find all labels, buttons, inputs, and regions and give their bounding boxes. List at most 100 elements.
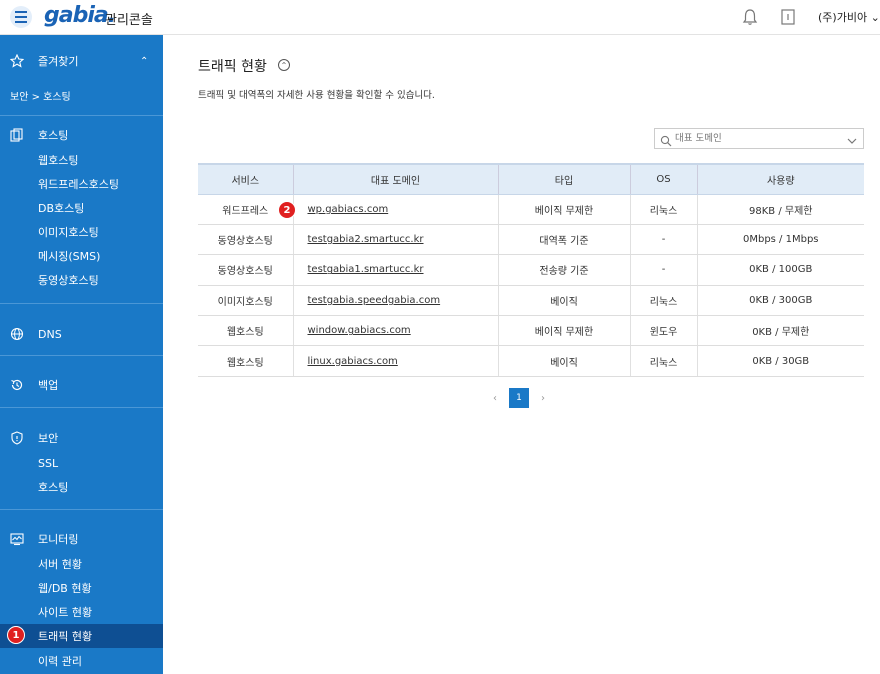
domain-link[interactable]: testgabia2.smartucc.kr (308, 234, 424, 245)
sidebar-section-dns[interactable]: DNS (0, 322, 163, 346)
page-title: 트래픽 현황 (198, 59, 267, 75)
type-cell: 전송량 기준 (498, 254, 631, 286)
sidebar-section-hosting[interactable]: 호스팅 (0, 123, 163, 147)
table-header-row: 서비스 대표 도메인 타입 OS 사용량 (198, 163, 864, 195)
page-1-button[interactable]: 1 (509, 388, 529, 408)
type-cell: 베이직 (498, 285, 631, 317)
sidebar-item-site-status[interactable]: 사이트 현황 (0, 600, 163, 624)
section-label: DNS (38, 327, 62, 341)
type-cell: 대역폭 기준 (498, 224, 631, 256)
domain-cell: testgabia2.smartucc.kr (293, 224, 499, 256)
domain-link[interactable]: testgabia1.smartucc.kr (308, 264, 424, 275)
domain-link[interactable]: linux.gabiacs.com (308, 356, 398, 367)
next-page-button[interactable]: › (541, 393, 545, 404)
service-cell: 동영상호스팅 (198, 254, 294, 286)
main-content: 트래픽 현황 ⌃ 트래픽 및 대역폭의 자세한 사용 현황을 확인할 수 있습니… (163, 35, 880, 674)
pagination: ‹ 1 › (493, 388, 545, 408)
domain-link[interactable]: wp.gabiacs.com (308, 204, 389, 215)
search-input[interactable] (675, 131, 840, 146)
document-icon[interactable] (780, 8, 796, 30)
type-cell: 베이직 무제한 (498, 315, 631, 347)
sidebar-favorites[interactable]: 즐겨찾기 ⌃ (0, 49, 163, 73)
monitor-icon (9, 531, 25, 547)
sidebar-item-web-db-status[interactable]: 웹/DB 현황 (0, 576, 163, 600)
divider (0, 303, 163, 304)
usage-cell: 0KB / 무제한 (697, 315, 864, 347)
sidebar: 즐겨찾기 ⌃ 보안 > 호스팅 호스팅 웹호스팅 워드프레스호스팅 DB호스팅 … (0, 35, 163, 674)
menu-icon[interactable] (10, 6, 32, 28)
usage-cell: 98KB / 무제한 (697, 194, 864, 225)
domain-cell: testgabia.speedgabia.com (293, 285, 499, 317)
domain-link[interactable]: window.gabiacs.com (308, 325, 411, 336)
item-label: 이력 관리 (38, 655, 82, 668)
domain-cell: linux.gabiacs.com (293, 345, 499, 377)
shield-icon (9, 430, 25, 446)
sidebar-item-image-hosting[interactable]: 이미지호스팅 (0, 220, 163, 244)
item-label: 사이트 현황 (38, 606, 93, 619)
section-label: 보안 (38, 432, 59, 445)
table-row: 동영상호스팅 testgabia2.smartucc.kr 대역폭 기준 - 0… (198, 224, 864, 256)
step-badge-1: 1 (7, 626, 25, 644)
item-label: 호스팅 (38, 481, 69, 494)
chevron-up-icon[interactable]: ⌃ (278, 59, 290, 71)
os-cell: 리눅스 (630, 194, 698, 225)
domain-cell: testgabia1.smartucc.kr (293, 254, 499, 286)
section-label: 모니터링 (38, 533, 79, 546)
sidebar-breadcrumb[interactable]: 보안 > 호스팅 (10, 88, 71, 103)
service-cell: 웹호스팅 (198, 315, 294, 347)
service-cell: 이미지호스팅 (198, 285, 294, 317)
sidebar-item-history[interactable]: 이력 관리 (0, 649, 163, 673)
search-icon (660, 132, 672, 151)
column-header: 타입 (498, 163, 631, 195)
bell-icon[interactable] (742, 8, 758, 30)
item-label: 이미지호스팅 (38, 226, 99, 239)
star-icon (9, 53, 25, 69)
user-menu[interactable]: (주)가비아 ⌄ (818, 9, 880, 25)
table-row: 동영상호스팅 testgabia1.smartucc.kr 전송량 기준 - 0… (198, 254, 864, 286)
sidebar-item-ssl[interactable]: SSL (0, 451, 163, 475)
sidebar-item-wordpress-hosting[interactable]: 워드프레스호스팅 (0, 172, 163, 196)
usage-cell: 0KB / 100GB (697, 254, 864, 286)
item-label: 동영상호스팅 (38, 274, 99, 287)
sidebar-section-backup[interactable]: 백업 (0, 373, 163, 397)
domain-cell: window.gabiacs.com (293, 315, 499, 347)
item-label: DB호스팅 (38, 202, 85, 215)
traffic-table: 서비스 대표 도메인 타입 OS 사용량 워드프레스 wp.gabiacs.co… (198, 163, 864, 377)
sidebar-item-security-hosting[interactable]: 호스팅 (0, 475, 163, 499)
section-label: 백업 (38, 379, 59, 392)
divider (0, 355, 163, 356)
sidebar-item-web-hosting[interactable]: 웹호스팅 (0, 148, 163, 172)
type-cell: 베이직 (498, 345, 631, 377)
usage-cell: 0KB / 30GB (697, 345, 864, 377)
os-cell: 리눅스 (630, 285, 698, 317)
page-description: 트래픽 및 대역폭의 자세한 사용 현황을 확인할 수 있습니다. (198, 90, 435, 101)
domain-link[interactable]: testgabia.speedgabia.com (308, 295, 441, 306)
sidebar-section-security[interactable]: 보안 (0, 426, 163, 450)
item-label: SSL (38, 456, 59, 470)
item-label: 웹호스팅 (38, 154, 79, 167)
prev-page-button[interactable]: ‹ (493, 393, 497, 404)
os-cell: - (630, 254, 698, 286)
top-bar: gabia. 관리콘솔 (주)가비아 ⌄ (0, 0, 880, 35)
column-header: 대표 도메인 (293, 163, 499, 195)
usage-cell: 0KB / 300GB (697, 285, 864, 317)
sidebar-section-monitoring[interactable]: 모니터링 (0, 527, 163, 551)
column-header: 사용량 (697, 163, 864, 195)
divider (0, 407, 163, 408)
sidebar-item-video-hosting[interactable]: 동영상호스팅 (0, 268, 163, 292)
domain-search[interactable] (654, 128, 864, 149)
sidebar-item-server-status[interactable]: 서버 현황 (0, 552, 163, 576)
item-label: 웹/DB 현황 (38, 582, 92, 595)
item-label: 서버 현황 (38, 558, 82, 571)
globe-icon (9, 326, 25, 342)
chevron-down-icon[interactable] (846, 132, 858, 151)
sidebar-item-sms[interactable]: 메시징(SMS) (0, 244, 163, 268)
item-label: 메시징(SMS) (38, 250, 101, 263)
divider (0, 509, 163, 510)
column-header: 서비스 (198, 163, 294, 195)
domain-cell: wp.gabiacs.com (293, 194, 499, 225)
service-cell: 웹호스팅 (198, 345, 294, 377)
backup-icon (9, 377, 25, 393)
sidebar-item-db-hosting[interactable]: DB호스팅 (0, 196, 163, 220)
divider (0, 115, 163, 116)
